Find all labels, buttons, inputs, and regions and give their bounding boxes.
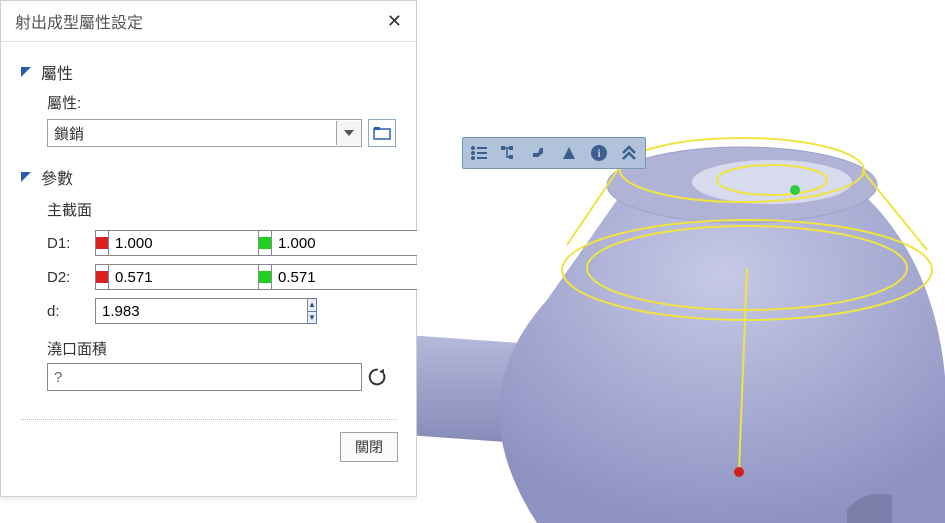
- gate-area-label: 澆口面積: [47, 338, 396, 359]
- d2-label: D2:: [47, 269, 87, 286]
- group-title-params: 參數: [41, 165, 73, 189]
- footer-row: 關閉: [1, 428, 416, 466]
- open-library-button[interactable]: [368, 119, 396, 147]
- color-swatch-green-icon[interactable]: [258, 230, 272, 256]
- gate-area-row: [47, 363, 392, 391]
- panel-header-bar: 射出成型屬性設定 ✕: [1, 1, 416, 42]
- group-header-attributes[interactable]: 屬性: [21, 60, 396, 84]
- hand-icon[interactable]: [527, 141, 551, 165]
- list-icon[interactable]: [467, 141, 491, 165]
- viewport-toolbar: i: [462, 137, 646, 169]
- info-icon[interactable]: i: [587, 141, 611, 165]
- d1-label: D1:: [47, 235, 87, 252]
- attribute-select-row: 鎖銷: [47, 119, 396, 147]
- chevron-up-icon[interactable]: ▲: [308, 299, 316, 312]
- d-spin-buttons[interactable]: ▲▼: [308, 298, 317, 324]
- collapse-up-icon[interactable]: [617, 141, 641, 165]
- close-icon[interactable]: ✕: [383, 11, 406, 32]
- d-input[interactable]: [95, 298, 308, 324]
- group-header-params[interactable]: 參數: [21, 165, 396, 189]
- model-viewport[interactable]: i: [417, 0, 945, 523]
- dropdown-arrow-icon[interactable]: [336, 121, 361, 145]
- collapse-triangle-icon: [21, 67, 31, 77]
- attribute-dropdown-value: 鎖銷: [54, 123, 84, 144]
- color-swatch-green-icon[interactable]: [258, 264, 272, 290]
- close-button[interactable]: 關閉: [340, 432, 398, 462]
- cone-icon[interactable]: [557, 141, 581, 165]
- group-title-attributes: 屬性: [41, 60, 73, 84]
- gate-area-input[interactable]: [47, 363, 362, 391]
- d-spinner: ▲▼: [95, 298, 250, 324]
- model-render: [417, 0, 945, 523]
- attribute-field-label: 屬性:: [47, 92, 396, 113]
- d2-red-spinner: ▲▼: [95, 264, 250, 290]
- color-swatch-red-icon[interactable]: [95, 264, 109, 290]
- d-label: d:: [47, 303, 87, 320]
- refresh-button[interactable]: [362, 363, 392, 391]
- params-grid: D1: ▲▼ ▲▼ D2: ▲▼ ▲▼ d:: [47, 230, 396, 324]
- chevron-down-icon[interactable]: ▼: [308, 312, 316, 324]
- footer-separator: [21, 419, 396, 420]
- collapse-triangle-icon: [21, 172, 31, 182]
- d1-green-spinner: ▲▼: [258, 230, 413, 256]
- color-swatch-red-icon[interactable]: [95, 230, 109, 256]
- panel-body: 屬性 屬性: 鎖銷 參數 主截面 D1:: [1, 42, 416, 401]
- attribute-dropdown[interactable]: 鎖銷: [47, 119, 362, 147]
- panel-title: 射出成型屬性設定: [15, 9, 143, 33]
- d1-red-spinner: ▲▼: [95, 230, 250, 256]
- tree-icon[interactable]: [497, 141, 521, 165]
- properties-panel: 射出成型屬性設定 ✕ 屬性 屬性: 鎖銷: [0, 0, 417, 497]
- section-label: 主截面: [47, 199, 396, 220]
- d2-green-spinner: ▲▼: [258, 264, 413, 290]
